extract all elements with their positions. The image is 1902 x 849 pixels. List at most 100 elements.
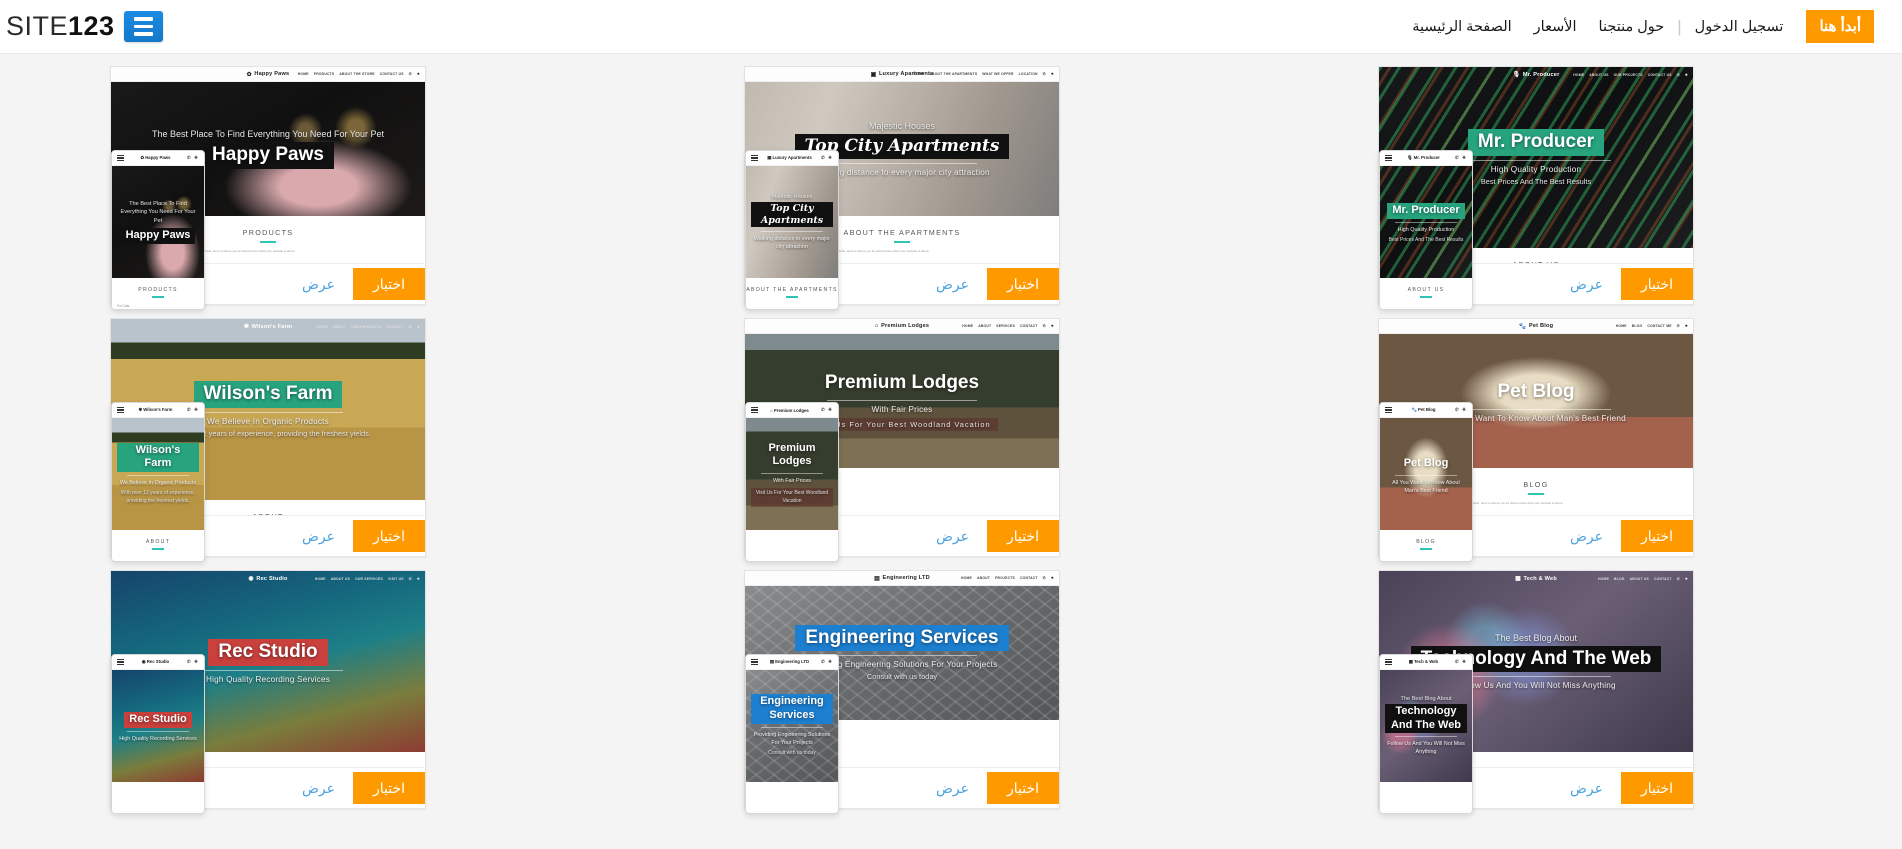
mobile-section: ABOUT xyxy=(112,530,204,550)
hamburger-menu-icon[interactable] xyxy=(117,658,124,666)
select-template-button[interactable]: اختيار xyxy=(986,519,1059,553)
preview-nav-item: ABOUT THE APARTMENTS xyxy=(929,72,978,76)
hamburger-menu-icon[interactable] xyxy=(751,406,758,414)
preview-template-link[interactable]: عرض xyxy=(918,520,987,553)
hero-supertitle: The Best Blog About xyxy=(1494,632,1578,643)
template-card-happy-paws[interactable]: ✿ Happy Paws HOME PRODUCTS ABOUT THE STORE… xyxy=(110,66,426,310)
hamburger-menu-icon[interactable] xyxy=(751,658,758,666)
mobile-preview[interactable]: ▤ Engineering LTD ✆ ❖ Engineering Servic… xyxy=(745,654,839,814)
hamburger-menu-icon[interactable] xyxy=(117,154,124,162)
preview-nav-item: HOME xyxy=(1615,324,1627,328)
mobile-hero-subtitle: High Quality Production xyxy=(1397,226,1455,233)
happy-paws-logo-icon: ✿ xyxy=(246,71,252,78)
mobile-site-name: ▤ Engineering LTD xyxy=(769,659,810,664)
mobile-topbar: ▦ Tech & Web ✆ ❖ xyxy=(1380,655,1472,670)
preview-nav: HOME ABOUT US OUR SERVICES VISIT US ✆ ❖ xyxy=(315,571,420,586)
preview-topbar: ✾ Wilson's Farm HOME ABOUT OUR PRODUCTS CON… xyxy=(111,319,425,334)
mobile-site-name: ▣ Luxury Apartments xyxy=(767,155,812,160)
template-card-premium-lodges[interactable]: ⌂ Premium Lodges HOME ABOUT SERVICES CONTAC… xyxy=(744,318,1060,562)
preview-site-logo: 🎙 Mr. Producer xyxy=(1513,71,1560,79)
mobile-preview[interactable]: ✿ Happy Paws ✆ ❖ The Best Place To Find … xyxy=(111,150,205,310)
select-template-button[interactable]: اختيار xyxy=(352,771,425,805)
preview-nav-item: ABOUT xyxy=(333,324,347,329)
mobile-preview[interactable]: ⌂ Premium Lodges ✆ ❖ Premium Lodges With… xyxy=(745,402,839,562)
preview-template-link[interactable]: عرض xyxy=(284,520,353,553)
mobile-header-icons: ✆ ❖ xyxy=(1454,155,1467,160)
hamburger-menu-icon[interactable] xyxy=(751,154,758,162)
hero-title: Engineering Services xyxy=(795,624,1009,652)
site123-brand[interactable]: SITE123 xyxy=(0,11,163,42)
preview-template-link[interactable]: عرض xyxy=(284,772,353,805)
mobile-hero-subtitle: All You Want To Know About Man's Best Fr… xyxy=(1392,479,1460,494)
header-nav-group: أبدأ هنا تسجيل الدخول | حول منتجنا الأسع… xyxy=(1401,0,1888,53)
template-card-mr-producer[interactable]: 🎙 Mr. Producer HOME ABOUT US OUR PROJECTS C… xyxy=(1378,66,1694,310)
preview-site-name: Mr. Producer xyxy=(1522,71,1560,78)
share-icon: ❖ xyxy=(416,576,420,581)
nav-item-home[interactable]: الصفحة الرئيسية xyxy=(1401,19,1522,35)
template-card-luxury-apartments[interactable]: ▣ Luxury Apartments HOME ABOUT THE APARTM… xyxy=(744,66,1060,310)
template-card-tech-and-web[interactable]: ▦ Tech & Web HOME BLOG ABOUT US CONTACT ✆ ❖ T… xyxy=(1378,570,1694,814)
mobile-topbar: ▣ Luxury Apartments ✆ ❖ xyxy=(746,151,838,166)
mobile-preview[interactable]: ▦ Tech & Web ✆ ❖ The Best Blog About Tec… xyxy=(1379,654,1473,814)
mobile-hero-title: Top City Apartments xyxy=(751,201,833,228)
preview-template-link[interactable]: عرض xyxy=(1552,772,1621,805)
phone-icon: ✆ xyxy=(1676,576,1680,581)
template-cell: ▤ Engineering LTD HOME ABOUT PROJECTS CONTA… xyxy=(634,570,1268,822)
select-template-button[interactable]: اختيار xyxy=(986,267,1059,301)
preview-nav-item: WHAT WE OFFER xyxy=(982,72,1014,76)
select-template-button[interactable]: اختيار xyxy=(1620,519,1693,553)
mobile-preview[interactable]: 🎙 Mr. Producer ✆ ❖ Mr. Producer High Qua… xyxy=(1379,150,1473,310)
share-icon: ❖ xyxy=(1050,72,1054,76)
mobile-topbar: 🎙 Mr. Producer ✆ ❖ xyxy=(1380,151,1472,166)
share-icon: ❖ xyxy=(1684,576,1688,581)
pet-blog-logo-icon: 🐾 xyxy=(1518,323,1527,330)
hamburger-menu-icon[interactable] xyxy=(117,406,124,414)
preview-site-name: Tech & Web xyxy=(1523,575,1557,582)
start-here-button[interactable]: أبدأ هنا xyxy=(1806,10,1874,43)
select-template-button[interactable]: اختيار xyxy=(1620,771,1693,805)
mobile-hero-content: Mr. Producer High Quality Production Bes… xyxy=(1380,200,1472,244)
mobile-hero-divider xyxy=(1395,736,1457,738)
preview-nav: HOME ABOUT PROJECTS CONTACT ✆ ❖ xyxy=(961,571,1054,585)
select-template-button[interactable]: اختيار xyxy=(986,771,1059,805)
hero-divider xyxy=(1461,676,1611,678)
preview-template-link[interactable]: عرض xyxy=(918,772,987,805)
mobile-hero-content: The Best Place To Find Everything You Ne… xyxy=(112,200,204,244)
share-icon: ❖ xyxy=(416,324,420,329)
hero-supertitle: The Best Place To Find Everything You Ne… xyxy=(152,129,384,140)
template-card-pet-blog[interactable]: 🐾 Pet Blog HOME BLOG CONTACT ME ✆ ❖ Pet Blog… xyxy=(1378,318,1694,562)
hamburger-menu-icon[interactable] xyxy=(1385,658,1392,666)
mobile-hero-subtitle: We Believe In Organic Products xyxy=(119,480,197,487)
nav-item-pricing[interactable]: الأسعار xyxy=(1523,19,1588,35)
preview-template-link[interactable]: عرض xyxy=(1552,520,1621,553)
preview-topbar: ✿ Happy Paws HOME PRODUCTS ABOUT THE STORE… xyxy=(111,67,425,82)
preview-template-link[interactable]: عرض xyxy=(284,268,353,301)
select-template-button[interactable]: اختيار xyxy=(1620,267,1693,301)
preview-template-link[interactable]: عرض xyxy=(918,268,987,301)
preview-site-name: Wilson's Farm xyxy=(251,323,293,330)
wilsons-farm-logo-icon: ✾ xyxy=(243,324,250,330)
hero-title: Happy Paws xyxy=(202,142,334,169)
hamburger-menu-icon[interactable] xyxy=(1385,154,1392,162)
hamburger-menu-icon[interactable] xyxy=(1385,406,1392,414)
phone-icon: ✆ xyxy=(408,324,412,329)
mobile-hero-tagline: With over 12 years of experience, provid… xyxy=(120,490,196,504)
site-header: أبدأ هنا تسجيل الدخول | حول منتجنا الأسع… xyxy=(0,0,1902,54)
preview-template-link[interactable]: عرض xyxy=(1552,268,1621,301)
template-card-rec-studio[interactable]: ◉ Rec Studio HOME ABOUT US OUR SERVICES VIS… xyxy=(110,570,426,814)
mobile-preview[interactable]: ▣ Luxury Apartments ✆ ❖ Majestic Houses … xyxy=(745,150,839,310)
mobile-preview[interactable]: ◉ Rec Studio ✆ ❖ Rec Studio High Quality… xyxy=(111,654,205,814)
select-template-button[interactable]: اختيار xyxy=(352,519,425,553)
select-template-button[interactable]: اختيار xyxy=(352,267,425,301)
template-card-engineering-ltd[interactable]: ▤ Engineering LTD HOME ABOUT PROJECTS CONTA… xyxy=(744,570,1060,814)
nav-login-link[interactable]: تسجيل الدخول xyxy=(1684,19,1795,35)
hero-title: Pet Blog xyxy=(1497,380,1575,402)
mobile-preview[interactable]: ✾ Wilson's Farm ✆ ❖ Wilson's Farm We Bel… xyxy=(111,402,205,562)
template-card-wilsons-farm[interactable]: ✾ Wilson's Farm HOME ABOUT OUR PRODUCTS CON… xyxy=(110,318,426,562)
preview-nav-item: LOCATION xyxy=(1018,72,1038,76)
site123-logo-icon xyxy=(123,11,163,42)
hero-title: Premium Lodges xyxy=(824,371,980,393)
preview-site-logo: ▦ Tech & Web xyxy=(1515,575,1557,583)
nav-item-about-product[interactable]: حول منتجنا xyxy=(1588,19,1676,35)
mobile-preview[interactable]: 🐾 Pet Blog ✆ ❖ Pet Blog All You Want To … xyxy=(1379,402,1473,562)
